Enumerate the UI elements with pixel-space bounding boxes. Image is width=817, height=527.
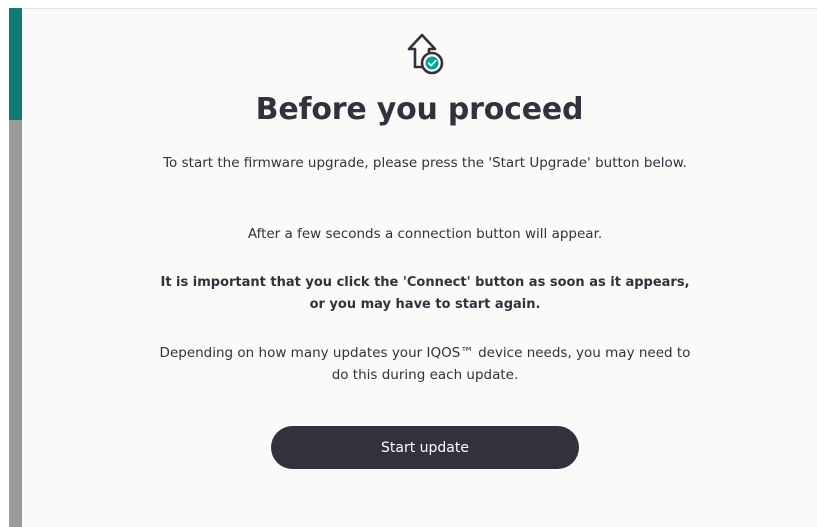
scrollbar-thumb[interactable]	[9, 8, 22, 120]
page-frame: Before you proceed To start the firmware…	[0, 0, 817, 527]
instruction-paragraph-important: It is important that you click the 'Conn…	[160, 275, 690, 312]
upgrade-arrow-check-icon	[402, 27, 448, 77]
start-update-button[interactable]: Start update	[271, 426, 579, 469]
instruction-paragraph-updates: Depending on how many updates your IQOS™…	[159, 345, 691, 383]
page-title: Before you proceed	[255, 92, 584, 127]
instruction-paragraph-start: To start the firmware upgrade, please pr…	[163, 155, 687, 171]
instruction-paragraph-connection: After a few seconds a connection button …	[247, 226, 603, 242]
